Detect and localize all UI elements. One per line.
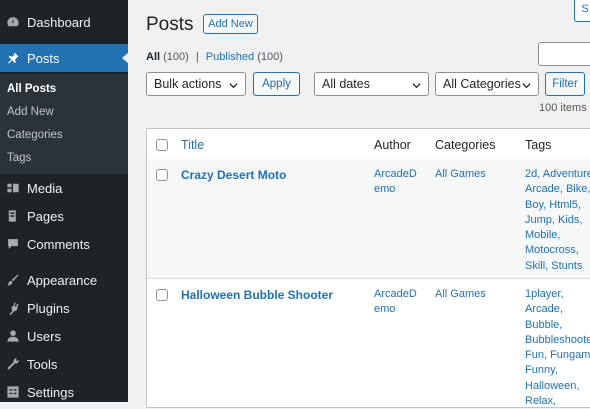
menu-item-users[interactable]: Users bbox=[0, 322, 128, 350]
posts-submenu: All Posts Add New Categories Tags bbox=[0, 74, 128, 174]
tag-line[interactable]: Arcade, bbox=[525, 302, 590, 317]
main-content: Posts Add New S All (100) | Published (1… bbox=[128, 0, 590, 408]
menu-item-label: Comments bbox=[27, 236, 90, 252]
tag-line[interactable]: Motocross, bbox=[525, 243, 590, 258]
chevron-down-icon bbox=[522, 79, 531, 89]
submenu-categories[interactable]: Categories bbox=[7, 129, 63, 141]
menu-item-label: Pages bbox=[27, 208, 64, 224]
settings-icon bbox=[6, 385, 20, 399]
view-published-link[interactable]: Published bbox=[206, 51, 254, 63]
menu-item-label: Users bbox=[27, 328, 61, 344]
tag-line[interactable]: Fun, Fungames, bbox=[525, 348, 590, 363]
tag-line[interactable]: Halloween, bbox=[525, 379, 590, 394]
menu-item-pages[interactable]: Pages bbox=[0, 202, 128, 230]
table-row: Halloween Bubble Shooter ArcadeDemo All … bbox=[147, 279, 590, 409]
select-all-checkbox[interactable] bbox=[156, 139, 168, 151]
posts-table: Title Author Categories Tags Crazy Deser… bbox=[146, 128, 590, 408]
submenu-all-posts[interactable]: All Posts bbox=[7, 83, 56, 95]
tag-line[interactable]: Mobile, bbox=[525, 228, 590, 243]
menu-item-dashboard[interactable]: Dashboard bbox=[0, 8, 128, 36]
menu-item-label: Media bbox=[27, 180, 63, 196]
post-author-link[interactable]: ArcadeDemo bbox=[374, 167, 418, 197]
menu-item-appearance[interactable]: Appearance bbox=[0, 266, 128, 294]
bulk-actions-value: Bulk actions bbox=[154, 77, 222, 91]
plug-icon bbox=[6, 301, 20, 315]
menu-item-comments[interactable]: Comments bbox=[0, 230, 128, 258]
menu-item-label: Posts bbox=[27, 50, 60, 66]
column-categories-header: Categories bbox=[435, 138, 496, 152]
post-author-link[interactable]: ArcadeDemo bbox=[374, 287, 418, 317]
row-checkbox[interactable] bbox=[156, 169, 168, 181]
media-icon bbox=[6, 181, 20, 195]
menu-item-label: Appearance bbox=[27, 272, 98, 288]
chevron-down-icon bbox=[412, 79, 421, 89]
menu-item-posts[interactable]: Posts bbox=[0, 44, 129, 72]
admin-sidebar: Dashboard Posts All Posts Add New Catego… bbox=[0, 0, 129, 402]
tag-line[interactable]: 2d, Adventure, bbox=[525, 167, 590, 182]
comment-icon bbox=[6, 237, 20, 251]
menu-item-label: Settings bbox=[27, 384, 74, 400]
tag-line[interactable]: Arcade, Bike, bbox=[525, 182, 590, 197]
tag-line[interactable]: Boy, Html5, bbox=[525, 198, 590, 213]
wrench-icon bbox=[6, 357, 20, 371]
post-title-link[interactable]: Halloween Bubble Shooter bbox=[181, 288, 333, 302]
pin-icon bbox=[6, 51, 20, 65]
date-filter-value: All dates bbox=[322, 77, 370, 91]
view-all-label[interactable]: All bbox=[146, 51, 160, 63]
post-category-link[interactable]: All Games bbox=[435, 288, 486, 300]
tag-line[interactable]: Skill, Stunts bbox=[525, 259, 590, 274]
post-status-views: All (100) | Published (100) bbox=[146, 51, 283, 63]
tag-line[interactable]: Jump, Kids, bbox=[525, 213, 590, 228]
add-new-button[interactable]: Add New bbox=[203, 14, 258, 34]
table-row: Crazy Desert Moto ArcadeDemo All Games 2… bbox=[147, 159, 590, 279]
tag-line[interactable]: Bubble, bbox=[525, 318, 590, 333]
screen-options-button[interactable]: S bbox=[574, 0, 590, 22]
column-tags-header: Tags bbox=[525, 138, 552, 152]
table-header: Title Author Categories Tags bbox=[147, 129, 590, 160]
tag-line[interactable]: 1player, bbox=[525, 287, 590, 302]
menu-item-label: Tools bbox=[27, 356, 58, 372]
menu-item-label: Plugins bbox=[27, 300, 70, 316]
category-filter-select[interactable]: All Categories bbox=[435, 72, 539, 96]
tag-line[interactable]: Funny, bbox=[525, 363, 590, 378]
menu-item-label: Dashboard bbox=[27, 14, 91, 30]
column-author-header: Author bbox=[374, 138, 411, 152]
filter-button[interactable]: Filter bbox=[545, 72, 585, 96]
submenu-add-new[interactable]: Add New bbox=[7, 106, 54, 118]
dashboard-icon bbox=[6, 15, 20, 29]
view-all-count: (100) bbox=[163, 51, 189, 63]
submenu-tags[interactable]: Tags bbox=[7, 152, 31, 164]
menu-item-tools[interactable]: Tools bbox=[0, 350, 128, 378]
page-title: Posts bbox=[146, 14, 194, 35]
menu-item-media[interactable]: Media bbox=[0, 174, 128, 202]
search-input[interactable] bbox=[538, 42, 590, 66]
items-count: 100 items bbox=[539, 102, 587, 114]
brush-icon bbox=[6, 273, 20, 287]
view-separator: | bbox=[195, 51, 199, 63]
menu-item-plugins[interactable]: Plugins bbox=[0, 294, 128, 322]
post-tags[interactable]: 2d, Adventure, Arcade, Bike, Boy, Html5,… bbox=[525, 167, 590, 274]
apply-button[interactable]: Apply bbox=[253, 72, 300, 96]
view-published-count: (100) bbox=[257, 51, 283, 63]
post-title-link[interactable]: Crazy Desert Moto bbox=[181, 168, 286, 182]
post-category-link[interactable]: All Games bbox=[435, 168, 486, 180]
post-tags[interactable]: 1player, Arcade, Bubble, Bubbleshooter, … bbox=[525, 287, 590, 409]
user-icon bbox=[6, 329, 20, 343]
date-filter-select[interactable]: All dates bbox=[314, 72, 429, 96]
bulk-actions-select[interactable]: Bulk actions bbox=[146, 72, 246, 96]
tag-line[interactable]: Bubbleshooter, bbox=[525, 333, 590, 348]
pages-icon bbox=[6, 209, 20, 223]
chevron-down-icon bbox=[229, 79, 238, 89]
category-filter-value: All Categories bbox=[443, 77, 521, 91]
column-title-header[interactable]: Title bbox=[181, 138, 204, 152]
row-checkbox[interactable] bbox=[156, 289, 168, 301]
